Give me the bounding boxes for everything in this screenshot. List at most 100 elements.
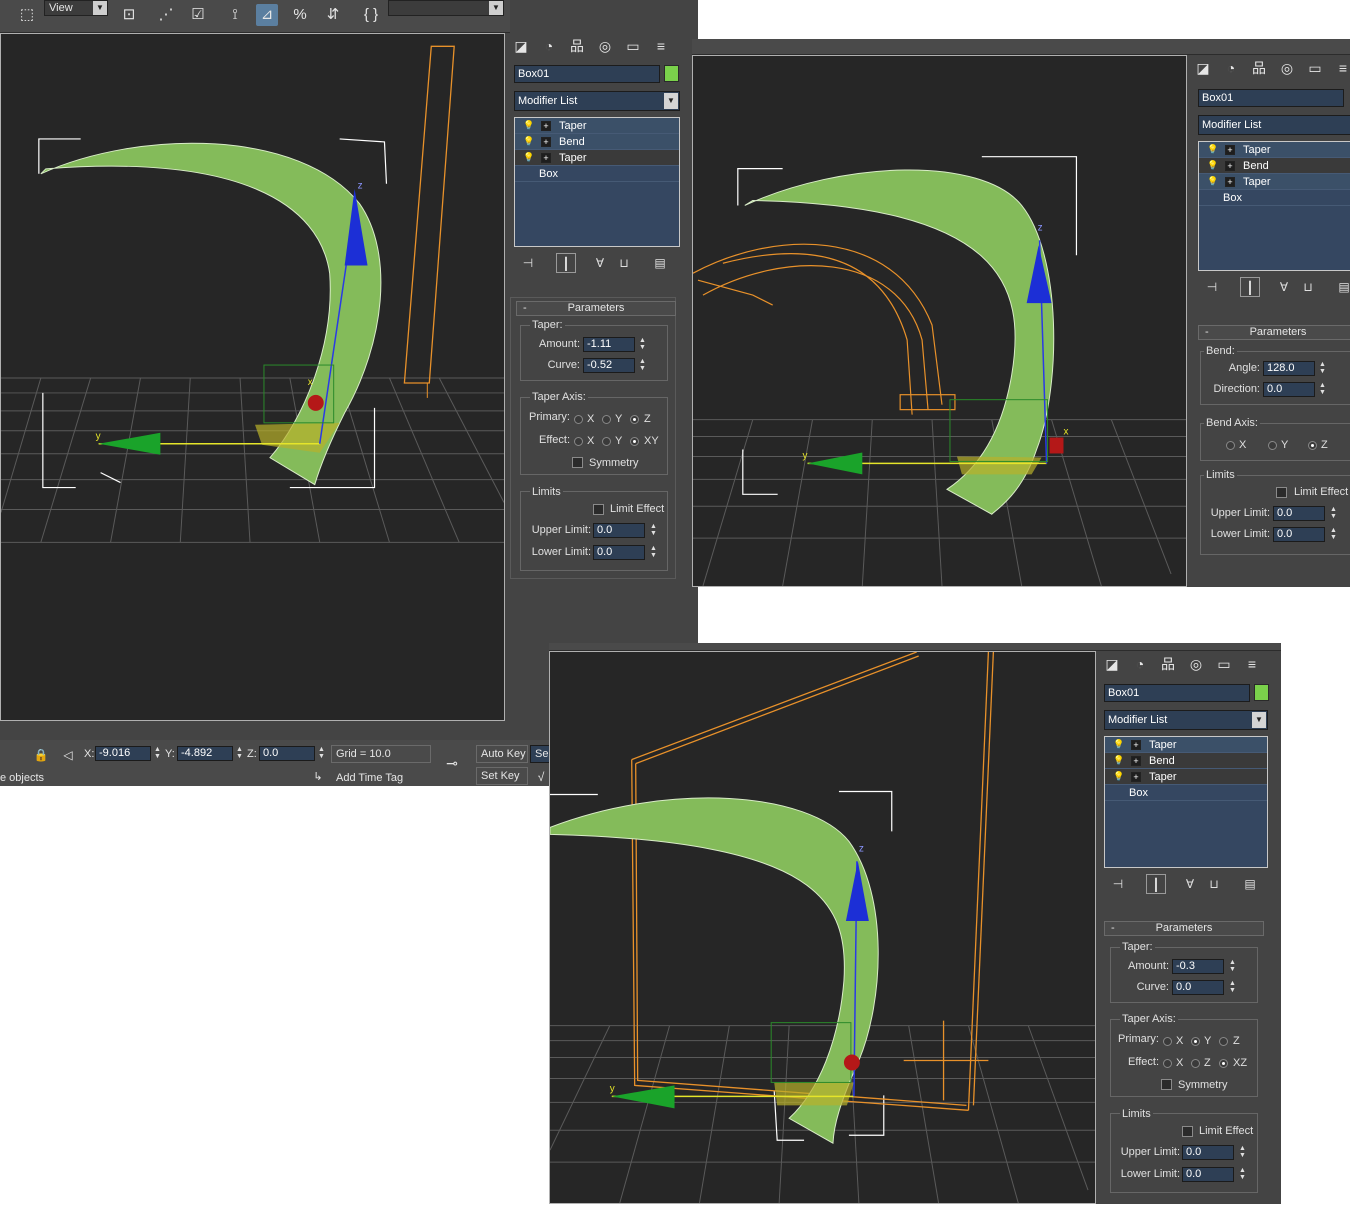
utilities-tab-icon[interactable]: ≡	[1332, 57, 1350, 79]
select-manipulate-icon[interactable]: ⋰	[155, 4, 177, 26]
stack-item-bend[interactable]: 💡 + Bend	[1105, 753, 1267, 769]
parameters-rollout-header[interactable]: - Parameters	[516, 301, 676, 316]
remove-modifier-icon[interactable]: ⊔	[614, 253, 634, 273]
parameters-rollout-header[interactable]: - Parameters	[1198, 325, 1350, 340]
limit-effect-checkbox[interactable]	[593, 504, 604, 515]
spinner-snap-icon[interactable]: ⇵	[322, 4, 344, 26]
keyboard-shortcut-icon[interactable]: ☑	[187, 4, 209, 26]
upper-limit-spinner[interactable]: ▲ ▼	[649, 523, 658, 538]
add-time-tag[interactable]: Add Time Tag	[336, 772, 403, 784]
object-color-swatch[interactable]	[664, 65, 679, 82]
stack-item-taper-bottom[interactable]: 💡 + Taper	[515, 150, 679, 166]
pin-stack-icon[interactable]: ⊣	[1202, 277, 1222, 297]
lightbulb-icon[interactable]: 💡	[523, 152, 534, 163]
lightbulb-icon[interactable]: 💡	[1207, 160, 1218, 171]
lower-limit-spinner[interactable]: ▲ ▼	[649, 545, 658, 560]
upper-limit-spinner[interactable]: ▲ ▼	[1329, 506, 1338, 521]
primary-z-radio[interactable]	[630, 415, 639, 424]
axis-x-radio[interactable]	[1226, 441, 1235, 450]
lightbulb-icon[interactable]: 💡	[1207, 176, 1218, 187]
lightbulb-icon[interactable]: 💡	[523, 136, 534, 147]
lightbulb-icon[interactable]: 💡	[523, 120, 534, 131]
amount-spinner[interactable]: ▲ ▼	[638, 337, 647, 352]
remove-modifier-icon[interactable]: ⊔	[1204, 874, 1224, 894]
object-name-field[interactable]: Box01	[514, 65, 660, 83]
upper-limit-field[interactable]: 0.0	[1182, 1145, 1234, 1160]
effect-x-radio[interactable]	[1163, 1059, 1172, 1068]
stack-item-taper-top[interactable]: 💡 + Taper	[1105, 737, 1267, 753]
display-tab-icon[interactable]: ▭	[1213, 653, 1235, 675]
lower-limit-field[interactable]: 0.0	[1182, 1167, 1234, 1182]
limit-effect-checkbox[interactable]	[1182, 1126, 1193, 1137]
effect-z-radio[interactable]	[1191, 1059, 1200, 1068]
upper-limit-field[interactable]: 0.0	[1273, 506, 1325, 521]
x-coord-field[interactable]: -9.016	[95, 746, 151, 761]
show-end-result-icon[interactable]: ┃	[1146, 874, 1166, 894]
lightbulb-icon[interactable]: 💡	[1113, 771, 1124, 782]
stack-item-bend[interactable]: 💡 + Bend	[1199, 158, 1350, 174]
stack-item-bend[interactable]: 💡 + Bend	[515, 134, 679, 150]
hierarchy-tab-icon[interactable]: 品	[1157, 653, 1179, 675]
angle-snap-icon[interactable]: ⊿	[256, 4, 278, 26]
expand-icon[interactable]: +	[1131, 756, 1141, 766]
stack-item-taper-bottom[interactable]: 💡 + Taper	[1199, 174, 1350, 190]
primary-x-radio[interactable]	[574, 415, 583, 424]
expand-icon[interactable]: +	[1225, 161, 1235, 171]
percent-snap-icon[interactable]: %	[289, 4, 311, 26]
modifier-stack[interactable]: 💡 + Taper 💡 + Bend 💡 + Taper Box	[514, 117, 680, 247]
modify-tab-icon[interactable]: ◔	[1129, 653, 1151, 675]
display-tab-icon[interactable]: ▭	[622, 35, 644, 57]
modifier-list-dropdown[interactable]: Modifier List	[1198, 115, 1350, 135]
expand-icon[interactable]: +	[541, 153, 551, 163]
motion-tab-icon[interactable]: ◎	[594, 35, 616, 57]
selected-dropdown[interactable]: Sel	[530, 745, 551, 763]
configure-modifier-sets-icon[interactable]: ▤	[1240, 874, 1260, 894]
stack-item-box[interactable]: Box	[1105, 785, 1267, 801]
stack-item-taper-top[interactable]: 💡 + Taper	[515, 118, 679, 134]
stack-item-box[interactable]: Box	[1199, 190, 1350, 206]
primary-y-radio[interactable]	[602, 415, 611, 424]
lightbulb-icon[interactable]: 💡	[1113, 739, 1124, 750]
modify-tab-icon[interactable]: ◔	[538, 35, 560, 57]
configure-modifier-sets-icon[interactable]: ▤	[650, 253, 670, 273]
lower-limit-field[interactable]: 0.0	[1273, 527, 1325, 542]
upper-limit-field[interactable]: 0.0	[593, 523, 645, 538]
create-tab-icon[interactable]: ◪	[1101, 653, 1123, 675]
curve-field[interactable]: 0.0	[1172, 980, 1224, 995]
modify-tab-icon[interactable]: ◔	[1220, 57, 1242, 79]
x-spinner[interactable]: ▲ ▼	[153, 746, 162, 761]
upper-limit-spinner[interactable]: ▲ ▼	[1238, 1145, 1247, 1160]
amount-spinner[interactable]: ▲ ▼	[1228, 959, 1237, 974]
named-selection-dropdown[interactable]: ▼	[388, 0, 504, 16]
create-tab-icon[interactable]: ◪	[1192, 57, 1214, 79]
parameters-rollout-header[interactable]: - Parameters	[1104, 921, 1264, 936]
symmetry-checkbox[interactable]	[1161, 1079, 1172, 1090]
snap-toggle-icon[interactable]: ⟟	[224, 4, 246, 26]
lower-limit-spinner[interactable]: ▲ ▼	[1238, 1167, 1247, 1182]
select-region-icon[interactable]: ⬚	[16, 4, 38, 26]
stack-item-taper-top[interactable]: 💡 + Taper	[1199, 142, 1350, 158]
perspective-viewport[interactable]: y x z	[0, 33, 505, 721]
axis-z-radio[interactable]	[1308, 441, 1317, 450]
perspective-viewport[interactable]: y x z	[692, 55, 1187, 587]
effect-xy-radio[interactable]	[630, 437, 639, 446]
limit-effect-checkbox[interactable]	[1276, 487, 1287, 498]
make-unique-icon[interactable]: ∀	[590, 253, 610, 273]
modifier-stack[interactable]: 💡 + Taper 💡 + Bend 💡 + Taper Box	[1104, 736, 1268, 868]
curve-spinner[interactable]: ▲ ▼	[1228, 980, 1237, 995]
configure-modifier-sets-icon[interactable]: ▤	[1334, 277, 1350, 297]
show-end-result-icon[interactable]: ┃	[556, 253, 576, 273]
modifier-list-dropdown[interactable]: Modifier List ▼	[1104, 710, 1268, 730]
motion-tab-icon[interactable]: ◎	[1185, 653, 1207, 675]
lightbulb-icon[interactable]: 💡	[1113, 755, 1124, 766]
pivot-center-icon[interactable]: ⊡	[118, 4, 140, 26]
remove-modifier-icon[interactable]: ⊔	[1298, 277, 1318, 297]
make-unique-icon[interactable]: ∀	[1274, 277, 1294, 297]
y-coord-field[interactable]: -4.892	[177, 746, 233, 761]
direction-spinner[interactable]: ▲ ▼	[1318, 382, 1327, 397]
effect-x-radio[interactable]	[574, 437, 583, 446]
symmetry-checkbox[interactable]	[572, 457, 583, 468]
lower-limit-field[interactable]: 0.0	[593, 545, 645, 560]
curve-field[interactable]: -0.52	[583, 358, 635, 373]
auto-key-button[interactable]: Auto Key	[476, 745, 528, 763]
